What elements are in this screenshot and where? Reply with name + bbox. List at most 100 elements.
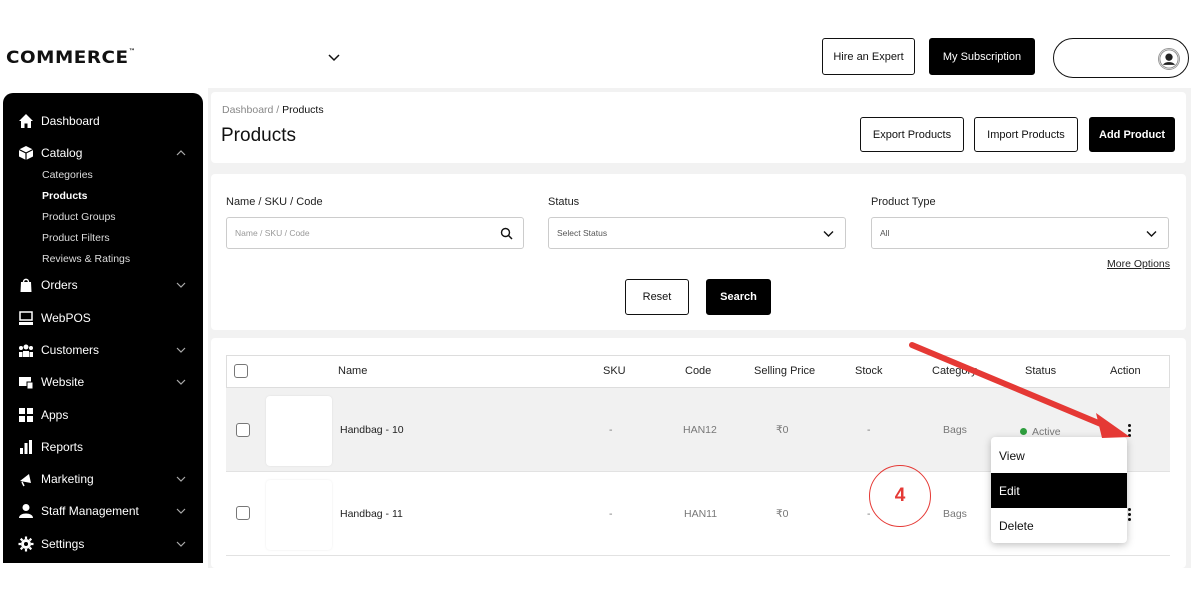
row-actions-kebab-icon[interactable]: [1128, 508, 1132, 522]
export-products-button[interactable]: Export Products: [860, 117, 964, 152]
import-products-button[interactable]: Import Products: [974, 117, 1078, 152]
store-switcher-chevron-icon[interactable]: [326, 50, 342, 66]
product-type-select-value: All: [880, 228, 890, 238]
column-header-name[interactable]: Name: [338, 365, 367, 377]
status-select-value: Select Status: [557, 228, 608, 238]
status-active-dot: [1020, 428, 1027, 435]
sidebar-item-orders[interactable]: Orders: [3, 274, 203, 296]
product-name[interactable]: Handbag - 10: [340, 424, 404, 436]
product-stock: -: [867, 424, 871, 436]
status-label: Status: [548, 196, 580, 208]
users-icon: [19, 344, 33, 357]
reset-button[interactable]: Reset: [625, 279, 689, 315]
column-header-sku[interactable]: SKU: [603, 365, 626, 377]
sidebar-sub-product-filters[interactable]: Product Filters: [42, 232, 110, 244]
sidebar-sub-product-groups[interactable]: Product Groups: [42, 211, 116, 223]
sidebar-item-marketing[interactable]: Marketing: [3, 468, 203, 490]
name-sku-code-label: Name / SKU / Code: [226, 196, 323, 208]
box-icon: [18, 146, 34, 160]
chevron-down-icon: [176, 282, 186, 288]
page-title: Products: [221, 125, 296, 146]
menu-item-view[interactable]: View: [991, 438, 1127, 473]
sidebar-item-dashboard[interactable]: Dashboard: [3, 110, 203, 132]
product-name[interactable]: Handbag - 11: [340, 508, 403, 520]
product-code: HAN11: [684, 508, 718, 520]
product-thumbnail[interactable]: [266, 396, 332, 466]
product-type-select[interactable]: All: [871, 217, 1169, 249]
status-select[interactable]: Select Status: [548, 217, 846, 249]
breadcrumb: Dashboard / Products: [222, 104, 324, 116]
sidebar-item-label: Settings: [41, 537, 85, 551]
add-product-button[interactable]: Add Product: [1089, 117, 1175, 152]
sidebar-item-label: Customers: [41, 343, 100, 357]
chevron-up-icon: [176, 150, 186, 156]
more-options-link[interactable]: More Options: [1107, 258, 1170, 270]
sidebar-sub-products[interactable]: Products: [42, 190, 88, 202]
breadcrumb-current: Products: [282, 104, 324, 116]
product-price: ₹0: [776, 424, 789, 436]
sidebar-item-catalog[interactable]: Catalog: [3, 142, 203, 164]
hire-expert-button[interactable]: Hire an Expert: [822, 38, 915, 75]
sidebar-item-customers[interactable]: Customers: [3, 339, 203, 361]
column-header-status[interactable]: Status: [1025, 365, 1056, 377]
pos-terminal-icon: [19, 311, 33, 325]
breadcrumb-root-link[interactable]: Dashboard: [222, 104, 273, 116]
name-sku-code-placeholder: Name / SKU / Code: [235, 228, 310, 238]
row-checkbox[interactable]: [236, 423, 250, 437]
breadcrumb-separator: /: [273, 104, 283, 116]
row-action-menu: View Edit Delete: [991, 437, 1127, 543]
megaphone-icon: [20, 474, 31, 487]
name-sku-code-input[interactable]: Name / SKU / Code: [226, 217, 524, 249]
column-header-category[interactable]: Category: [932, 365, 977, 377]
row-checkbox[interactable]: [236, 506, 250, 520]
filter-panel: [211, 174, 1186, 330]
account-menu[interactable]: [1053, 38, 1189, 78]
product-thumbnail[interactable]: [266, 480, 332, 550]
chevron-down-icon: [176, 476, 186, 482]
search-button[interactable]: Search: [706, 279, 771, 315]
product-type-label: Product Type: [871, 196, 936, 208]
select-all-checkbox[interactable]: [234, 364, 248, 378]
sidebar-item-label: Dashboard: [41, 114, 100, 128]
annotation-step-number: 4: [869, 465, 931, 527]
search-icon[interactable]: [500, 227, 513, 240]
column-header-code[interactable]: Code: [685, 365, 711, 377]
sidebar: Dashboard Catalog Categories Products Pr…: [3, 93, 203, 563]
sidebar-sub-reviews-ratings[interactable]: Reviews & Ratings: [42, 253, 130, 265]
sidebar-item-staff-management[interactable]: Staff Management: [3, 500, 203, 522]
sidebar-item-label: Reports: [41, 440, 84, 454]
brand-logo-text: COMMERCE: [6, 48, 129, 68]
column-header-selling-price[interactable]: Selling Price: [754, 365, 815, 377]
staff-icon: [19, 504, 33, 518]
brand-tm: ™: [128, 48, 136, 55]
user-avatar-icon: [1158, 48, 1180, 70]
sidebar-item-settings[interactable]: Settings: [3, 533, 203, 555]
sidebar-item-label: Apps: [41, 408, 69, 422]
app-root: COMMERCE™ Hire an Expert My Subscription…: [0, 0, 1191, 599]
menu-item-delete[interactable]: Delete: [991, 508, 1127, 543]
chevron-down-icon: [176, 379, 186, 385]
chevron-down-icon: [176, 541, 186, 547]
row-actions-kebab-icon[interactable]: [1128, 424, 1132, 438]
sidebar-item-label: Website: [41, 375, 85, 389]
chevron-down-icon: [176, 508, 186, 514]
product-category: Bags: [943, 508, 967, 520]
sidebar-item-website[interactable]: Website: [3, 371, 203, 393]
column-header-stock[interactable]: Stock: [855, 365, 883, 377]
sidebar-item-label: WebPOS: [41, 311, 91, 325]
brand-logo[interactable]: COMMERCE™: [6, 48, 136, 68]
product-stock: -: [867, 508, 871, 520]
sidebar-item-webpos[interactable]: WebPOS: [3, 307, 203, 329]
menu-item-edit[interactable]: Edit: [991, 473, 1127, 508]
sidebar-item-apps[interactable]: Apps: [3, 404, 203, 426]
chevron-down-icon: [176, 347, 186, 353]
gear-icon: [18, 536, 34, 552]
sidebar-item-reports[interactable]: Reports: [3, 436, 203, 458]
sidebar-item-label: Catalog: [41, 146, 83, 160]
product-sku: -: [609, 424, 613, 436]
my-subscription-button[interactable]: My Subscription: [929, 38, 1035, 75]
apps-grid-icon: [19, 408, 33, 422]
website-icon: [19, 377, 34, 390]
sidebar-sub-categories[interactable]: Categories: [42, 169, 93, 181]
column-header-action: Action: [1110, 365, 1141, 377]
